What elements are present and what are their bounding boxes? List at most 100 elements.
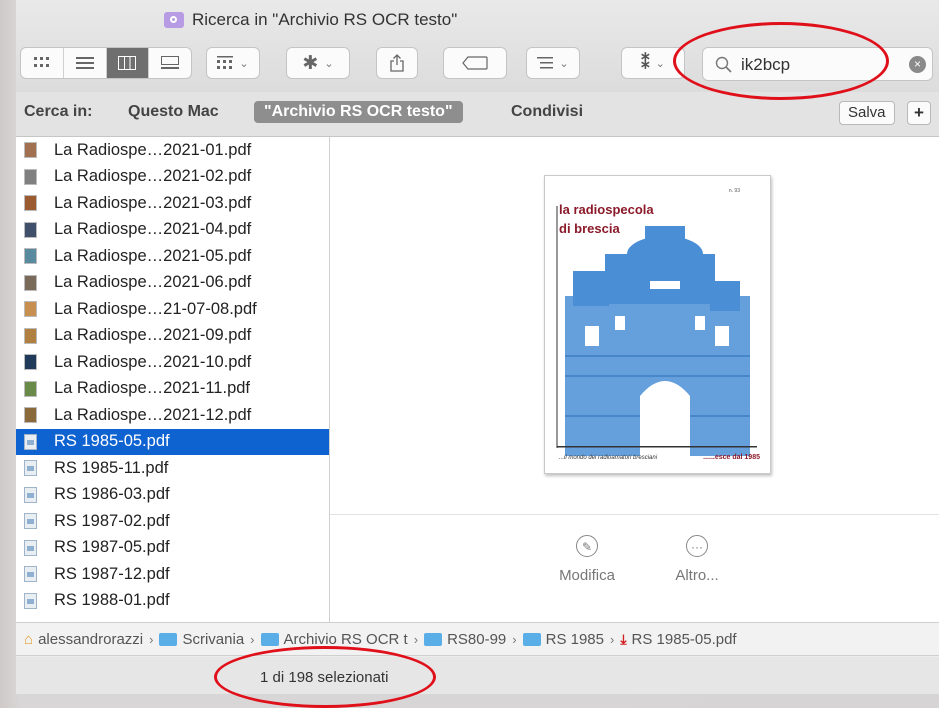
- clear-search-icon[interactable]: ×: [909, 56, 926, 73]
- folder-icon: [260, 632, 279, 646]
- gallery-view-button[interactable]: [149, 48, 191, 78]
- path-item-desktop[interactable]: Scrivania: [159, 631, 244, 648]
- file-list-item[interactable]: RS 1988-01.pdf: [16, 588, 329, 615]
- path-item-rs80-99[interactable]: RS80-99: [424, 631, 506, 648]
- search-input[interactable]: [739, 53, 893, 77]
- file-name: La Radiospe…2021-05.pdf: [54, 246, 252, 265]
- pdf-thumb-icon: [24, 142, 37, 159]
- document-icon: [24, 433, 37, 450]
- window-title: Ricerca in "Archivio RS OCR testo": [164, 10, 457, 30]
- column-view-button[interactable]: [106, 48, 150, 78]
- window-title-text: Ricerca in "Archivio RS OCR testo": [192, 10, 458, 29]
- scope-this-mac[interactable]: Questo Mac: [128, 103, 219, 121]
- folder-icon: [424, 632, 443, 646]
- column-view-icon: [118, 56, 137, 70]
- pdf-thumb-icon: [24, 221, 37, 238]
- list-view-icon: [75, 57, 94, 69]
- share-icon: [390, 54, 404, 72]
- pdf-thumb-icon: [24, 354, 37, 371]
- file-name: La Radiospe…2021-09.pdf: [54, 326, 252, 345]
- icon-view-icon: [33, 57, 49, 67]
- gallery-view-icon: [161, 56, 180, 69]
- dropbox-button[interactable]: ⁑ ⌄: [621, 47, 685, 79]
- list-view-button[interactable]: [64, 48, 107, 78]
- file-list-item[interactable]: RS 1987-12.pdf: [16, 561, 329, 588]
- folder-icon: [159, 632, 178, 646]
- file-list-item[interactable]: La Radiospe…2021-02.pdf: [16, 164, 329, 191]
- group-by-button[interactable]: ⌄: [206, 47, 260, 79]
- path-bar: ⌂ alessandrorazzi › Scrivania › Archivio…: [16, 622, 939, 656]
- add-criteria-button[interactable]: +: [907, 101, 931, 125]
- file-list-item[interactable]: La Radiospe…2021-01.pdf: [16, 137, 329, 164]
- more-label: Altro...: [675, 567, 719, 584]
- preview-divider: [330, 514, 939, 515]
- file-name: La Radiospe…2021-10.pdf: [54, 352, 252, 371]
- sort-list-icon: [537, 57, 554, 69]
- document-icon: [24, 460, 37, 477]
- preview-pane: n. 93 la radiospecola di brescia ...il m…: [330, 137, 939, 622]
- cover-tagline: ...il mondo dei radioamatori bresciani: [559, 455, 658, 461]
- file-list-item[interactable]: La Radiospe…2021-10.pdf: [16, 349, 329, 376]
- file-name: La Radiospe…2021-04.pdf: [54, 220, 252, 239]
- cover-title: la radiospecola di brescia: [559, 202, 654, 236]
- file-list-item[interactable]: La Radiospe…2021-03.pdf: [16, 190, 329, 217]
- search-icon: [715, 56, 732, 73]
- path-item-label: RS 1985-05.pdf: [631, 630, 737, 648]
- chevron-down-icon: ⌄: [655, 57, 665, 70]
- action-menu-button[interactable]: ✱ ⌄: [286, 47, 350, 79]
- file-list-item[interactable]: La Radiospe…2021-05.pdf: [16, 243, 329, 270]
- file-name: RS 1985-11.pdf: [54, 458, 169, 477]
- toolbar: ⌄ ✱ ⌄ ⌄ ⁑ ⌄ ×: [16, 47, 939, 81]
- pdf-thumb-icon: [24, 274, 37, 291]
- markup-icon: ✎: [576, 535, 598, 557]
- gear-icon: ✱: [302, 52, 319, 74]
- file-list-item[interactable]: RS 1985-11.pdf: [16, 455, 329, 482]
- path-item-label: Scrivania: [182, 630, 245, 648]
- file-list-item[interactable]: RS 1986-03.pdf: [16, 482, 329, 509]
- scope-shared[interactable]: Condivisi: [511, 103, 583, 121]
- file-list-item[interactable]: La Radiospe…2021-11.pdf: [16, 376, 329, 403]
- pdf-thumb-icon: [24, 380, 37, 397]
- file-name: RS 1987-02.pdf: [54, 511, 170, 530]
- path-item-rs1985[interactable]: RS 1985: [522, 631, 604, 648]
- tag-button[interactable]: [443, 47, 507, 79]
- file-list-item[interactable]: La Radiospe…2021-09.pdf: [16, 323, 329, 350]
- path-item-label: Archivio RS OCR t: [283, 630, 408, 648]
- more-action[interactable]: ··· Altro...: [662, 535, 732, 584]
- document-icon: [24, 539, 37, 556]
- file-list-item[interactable]: La Radiospe…2021-04.pdf: [16, 217, 329, 244]
- scope-current-folder[interactable]: "Archivio RS OCR testo": [254, 101, 463, 123]
- file-name: La Radiospe…2021-11.pdf: [54, 379, 251, 398]
- document-icon: [24, 592, 37, 609]
- path-separator-icon: ›: [149, 631, 154, 647]
- path-item-file[interactable]: ⤓ RS 1985-05.pdf: [620, 631, 736, 648]
- file-name: RS 1988-01.pdf: [54, 591, 170, 610]
- search-field[interactable]: ×: [702, 47, 933, 81]
- chevron-down-icon: ⌄: [559, 57, 569, 70]
- chevron-down-icon: ⌄: [239, 57, 249, 70]
- group-icon: [217, 56, 234, 69]
- path-item-archivio[interactable]: Archivio RS OCR t: [260, 630, 408, 648]
- file-name: La Radiospe…2021-03.pdf: [54, 193, 252, 212]
- file-list-item[interactable]: La Radiospe…2021-06.pdf: [16, 270, 329, 297]
- file-list-item[interactable]: RS 1987-02.pdf: [16, 508, 329, 535]
- file-list-item[interactable]: La Radiospe…2021-12.pdf: [16, 402, 329, 429]
- file-list-item[interactable]: RS 1985-05.pdf: [16, 428, 329, 455]
- path-item-home[interactable]: ⌂ alessandrorazzi: [24, 631, 143, 648]
- share-button[interactable]: [376, 47, 418, 79]
- file-list-item[interactable]: La Radiospe…21-07-08.pdf: [16, 296, 329, 323]
- icon-view-button[interactable]: [21, 48, 64, 78]
- sort-button[interactable]: ⌄: [526, 47, 580, 79]
- selection-status: 1 di 198 selezionati: [260, 669, 389, 686]
- file-list-item[interactable]: RS 1987-05.pdf: [16, 535, 329, 562]
- smart-folder-icon: [164, 12, 184, 28]
- finder-window: Ricerca in "Archivio RS OCR testo" ⌄ ✱ ⌄…: [16, 0, 939, 694]
- path-item-label: RS80-99: [447, 630, 507, 648]
- path-separator-icon: ›: [512, 631, 517, 647]
- markup-action[interactable]: ✎ Modifica: [552, 535, 622, 584]
- save-search-button[interactable]: Salva: [839, 101, 895, 125]
- pdf-thumb-icon: [24, 168, 37, 185]
- pdf-thumb-icon: [24, 407, 37, 424]
- path-separator-icon: ›: [413, 631, 419, 647]
- document-icon: [24, 566, 37, 583]
